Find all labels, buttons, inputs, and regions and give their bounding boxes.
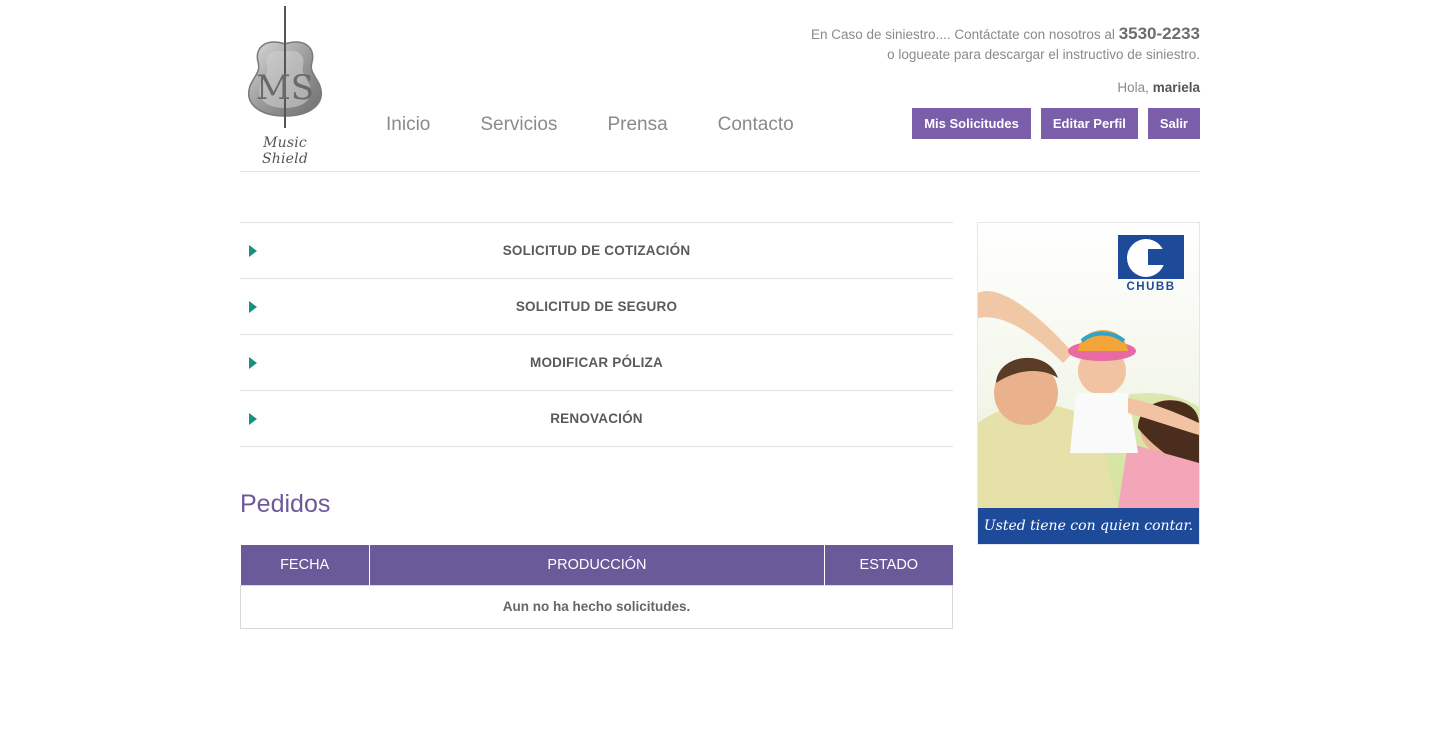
chubb-brand-text: CHUBB: [1126, 281, 1176, 293]
logo-brand-name: Music Shield: [261, 135, 308, 167]
nav-prensa[interactable]: Prensa: [607, 113, 667, 137]
user-name: mariela: [1152, 80, 1200, 95]
my-requests-button[interactable]: Mis Solicitudes: [912, 108, 1031, 139]
nav-inicio[interactable]: Inicio: [386, 113, 430, 137]
logout-button[interactable]: Salir: [1147, 108, 1200, 139]
orders-title: Pedidos: [240, 490, 331, 518]
accordion-label: SOLICITUD DE SEGURO: [515, 299, 678, 314]
empty-message: Aun no ha hecho solicitudes.: [240, 584, 953, 629]
table-row: Aun no ha hecho solicitudes.: [240, 584, 953, 629]
page: MS Music Shield Inicio Servicios Prensa …: [240, 0, 1200, 733]
request-accordion: SOLICITUD DE COTIZACIÓN SOLICITUD DE SEG…: [240, 222, 953, 447]
chubb-ad-banner[interactable]: CHUBB Usted tiene con quien contar.: [977, 222, 1200, 545]
user-actions: Mis Solicitudes Editar Perfil Salir: [902, 108, 1200, 139]
triangle-right-icon: [249, 412, 257, 425]
music-shield-logo[interactable]: MS Music Shield: [240, 4, 330, 167]
nav-servicios[interactable]: Servicios: [480, 113, 557, 137]
chubb-logo: CHUBB: [1118, 235, 1184, 293]
triangle-right-icon: [249, 244, 257, 257]
accordion-label: SOLICITUD DE COTIZACIÓN: [502, 243, 691, 258]
nav-contacto[interactable]: Contacto: [718, 113, 794, 137]
column-header-status[interactable]: ESTADO: [824, 545, 953, 585]
claim-contact-info: En Caso de siniestro.... Contáctate con …: [811, 24, 1200, 65]
header-divider: [240, 171, 1200, 172]
ad-tagline: Usted tiene con quien contar.: [978, 508, 1199, 544]
greeting-text: Hola,: [1117, 80, 1149, 95]
violin-logo-icon: MS: [248, 6, 322, 128]
orders-table: FECHA PRODUCCIÓN ESTADO Aun no ha hecho …: [240, 545, 953, 629]
accordion-label: RENOVACIÓN: [550, 411, 643, 426]
edit-profile-button[interactable]: Editar Perfil: [1040, 108, 1138, 139]
triangle-right-icon: [249, 300, 257, 313]
accordion-renewal[interactable]: RENOVACIÓN: [240, 391, 953, 447]
accordion-insurance-request[interactable]: SOLICITUD DE SEGURO: [240, 279, 953, 335]
logo-initials: MS: [256, 68, 314, 108]
column-header-production[interactable]: PRODUCCIÓN: [369, 545, 826, 585]
contact-phone: 3530-2233: [1118, 24, 1200, 43]
contact-line-2: o logueate para descargar el instructivo…: [887, 47, 1200, 62]
chubb-c-icon: [1118, 235, 1184, 279]
user-greeting: Hola, mariela: [1117, 80, 1200, 95]
accordion-label: MODIFICAR PÓLIZA: [530, 355, 663, 370]
triangle-right-icon: [249, 356, 257, 369]
accordion-quote-request[interactable]: SOLICITUD DE COTIZACIÓN: [240, 223, 953, 279]
column-header-date[interactable]: FECHA: [240, 545, 370, 585]
main-nav: Inicio Servicios Prensa Contacto: [386, 113, 844, 137]
accordion-modify-policy[interactable]: MODIFICAR PÓLIZA: [240, 335, 953, 391]
contact-line-1: En Caso de siniestro.... Contáctate con …: [811, 27, 1115, 42]
